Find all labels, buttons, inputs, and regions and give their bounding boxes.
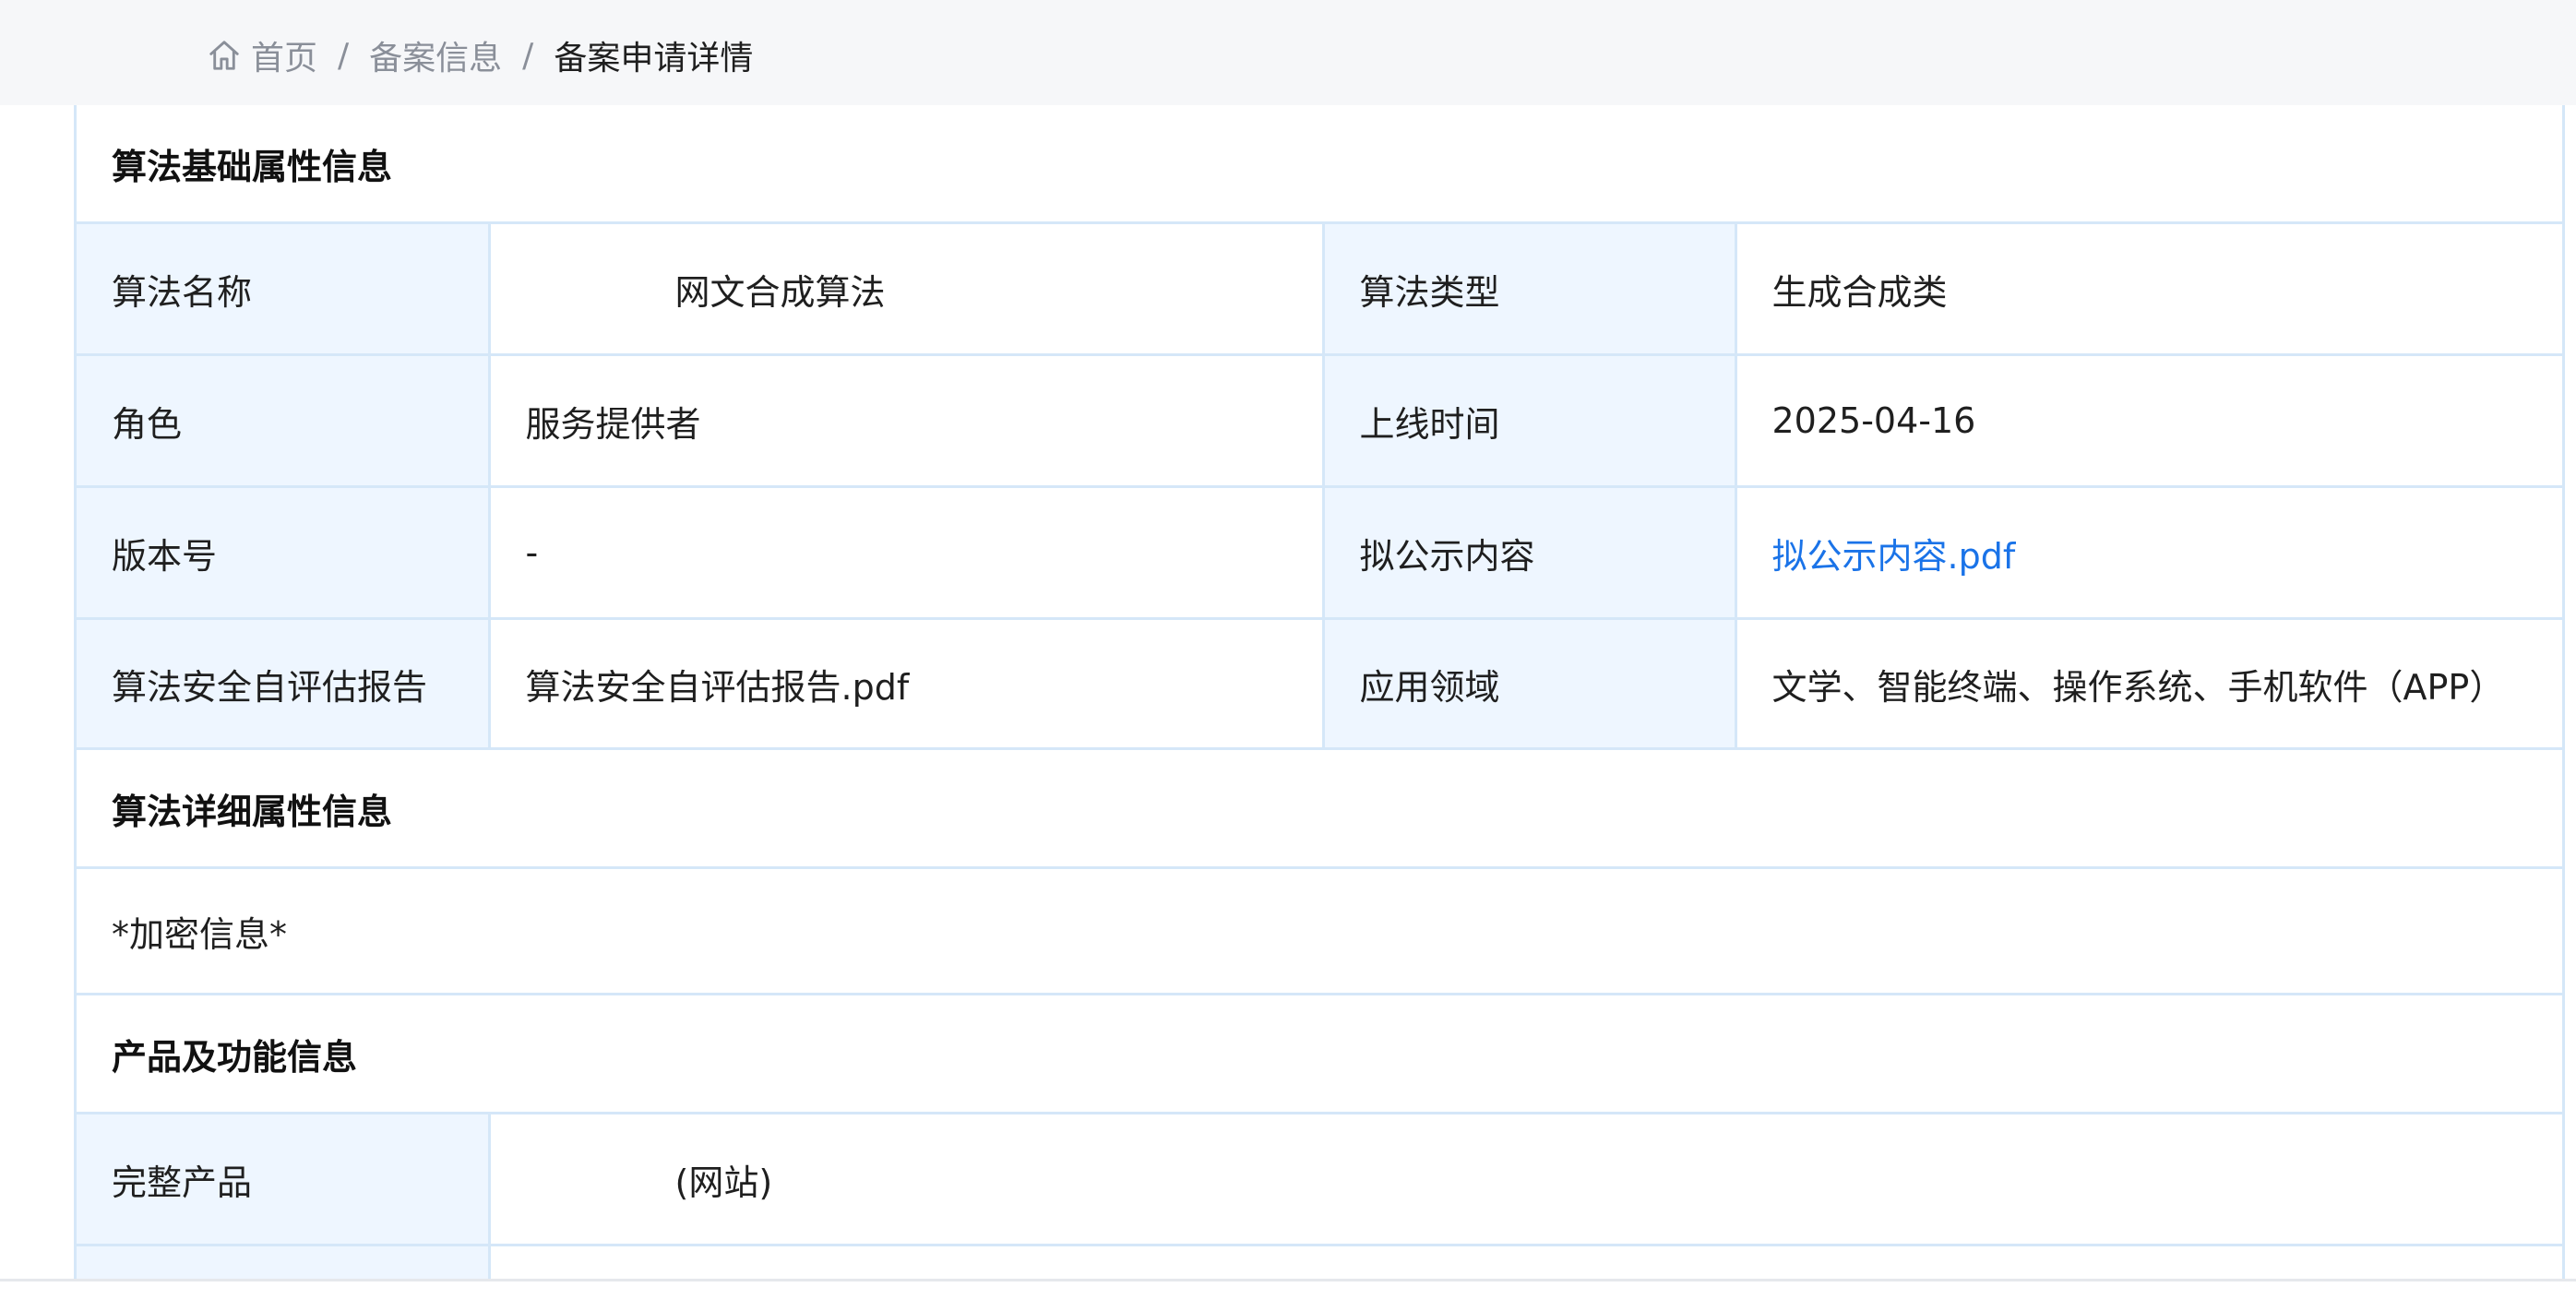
algorithm-type-label: 算法类型: [1323, 222, 1737, 356]
full-product-value: (网站): [489, 1113, 2562, 1246]
algorithm-type-value: 生成合成类: [1735, 222, 2562, 356]
next-row-label-cell: [77, 1245, 491, 1279]
table-row: 完整产品 (网站): [77, 1113, 2562, 1246]
public-content-cell: 拟公示内容.pdf: [1735, 486, 2562, 620]
application-field-label: 应用领域: [1323, 618, 1737, 750]
section-header-detail: 算法详细属性信息: [77, 748, 2562, 869]
table-row: 算法名称 网文合成算法 算法类型 生成合成类: [77, 222, 2562, 356]
table-row: 角色 服务提供者 上线时间 2025-04-16: [77, 354, 2562, 488]
section-title-detail: 算法详细属性信息: [77, 748, 2562, 869]
table-row: 算法安全自评估报告 算法安全自评估报告.pdf 应用领域 文学、智能终端、操作系…: [77, 618, 2562, 750]
role-label: 角色: [77, 354, 491, 488]
breadcrumb: 首页 / 备案信息 / 备案申请详情: [207, 31, 753, 79]
encrypted-info-text: *加密信息*: [77, 867, 2562, 995]
online-time-value: 2025-04-16: [1735, 354, 2562, 488]
role-value: 服务提供者: [489, 354, 1325, 488]
table-row: 版本号 - 拟公示内容 拟公示内容.pdf: [77, 486, 2562, 620]
full-product-label: 完整产品: [77, 1113, 491, 1246]
top-bar: 首页 / 备案信息 / 备案申请详情: [0, 0, 2576, 105]
breadcrumb-current: 备案申请详情: [554, 40, 754, 77]
breadcrumb-separator: /: [522, 36, 534, 75]
table-row: [77, 1245, 2562, 1279]
version-value: -: [489, 486, 1325, 620]
page-bottom-divider: [0, 1279, 2576, 1281]
detail-table: 算法基础属性信息 算法名称 网文合成算法 算法类型 生成合成类 角色 服务提供者…: [77, 105, 2562, 1279]
detail-panel: 算法基础属性信息 算法名称 网文合成算法 算法类型 生成合成类 角色 服务提供者…: [74, 105, 2565, 1279]
self-assessment-label: 算法安全自评估报告: [77, 618, 491, 750]
home-icon[interactable]: [207, 38, 242, 73]
online-time-label: 上线时间: [1323, 354, 1737, 488]
table-row: *加密信息*: [77, 867, 2562, 995]
section-header-basic: 算法基础属性信息: [77, 105, 2562, 224]
section-header-product: 产品及功能信息: [77, 994, 2562, 1114]
breadcrumb-filing-info[interactable]: 备案信息: [369, 31, 502, 79]
public-content-link[interactable]: 拟公示内容.pdf: [1772, 536, 2016, 577]
public-content-label: 拟公示内容: [1323, 486, 1737, 620]
version-label: 版本号: [77, 486, 491, 620]
application-field-value: 文学、智能终端、操作系统、手机软件（APP）: [1735, 618, 2562, 750]
breadcrumb-separator: /: [338, 36, 350, 75]
breadcrumb-home[interactable]: 首页: [251, 31, 317, 79]
section-title-product: 产品及功能信息: [77, 994, 2562, 1114]
algorithm-name-value: 网文合成算法: [489, 222, 1325, 356]
algorithm-name-label: 算法名称: [77, 222, 491, 356]
section-title-basic: 算法基础属性信息: [77, 105, 2562, 224]
self-assessment-value: 算法安全自评估报告.pdf: [489, 618, 1325, 750]
next-row-value-cell: [489, 1245, 2562, 1279]
